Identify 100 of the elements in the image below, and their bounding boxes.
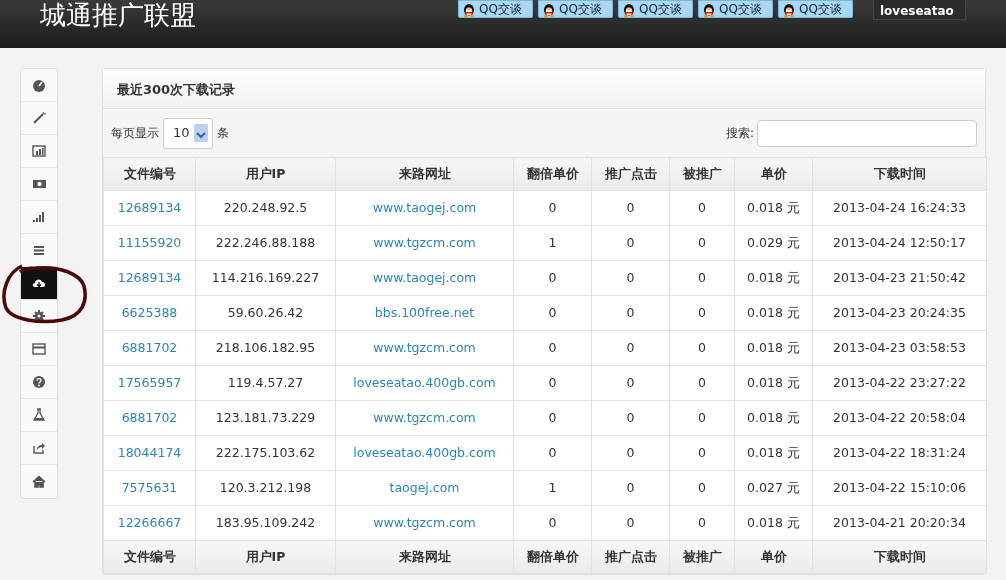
table-cell: 0 xyxy=(591,435,670,471)
qq-chat-button[interactable]: QQ交谈 xyxy=(458,0,533,18)
table-cell: 120.3.212.198 xyxy=(195,470,336,506)
table-cell: 0.018 元 xyxy=(734,505,813,541)
table-cell: 0.018 元 xyxy=(734,295,813,331)
table-cell: 183.95.109.242 xyxy=(195,505,336,541)
table-cell: 2013-04-23 03:58:53 xyxy=(812,330,987,366)
qq-chat-button[interactable]: QQ交谈 xyxy=(698,0,773,18)
gear-icon xyxy=(32,309,46,323)
list-icon xyxy=(32,243,46,257)
search-label: 搜索: xyxy=(725,125,754,142)
table-cell: 59.60.26.42 xyxy=(195,295,336,331)
table-cell: 2013-04-23 21:50:42 xyxy=(812,260,987,296)
table-cell: 0 xyxy=(669,435,735,471)
table-cell: 0 xyxy=(591,470,670,506)
banknote-icon xyxy=(32,177,46,191)
page-size-unit: 条 xyxy=(217,125,229,142)
table-cell: 2013-04-22 15:10:06 xyxy=(812,470,987,506)
table-cell: 0.018 元 xyxy=(734,435,813,471)
page-size-select[interactable]: 10 xyxy=(163,117,213,149)
table-cell: 0 xyxy=(591,330,670,366)
table-cell: 0 xyxy=(591,505,670,541)
table-cell: 2013-04-22 18:31:24 xyxy=(812,435,987,471)
column-header[interactable]: 翻倍单价 xyxy=(513,540,592,574)
table-cell: 0 xyxy=(669,400,735,436)
table-cell: 114.216.169.227 xyxy=(195,260,336,296)
table-cell: 0 xyxy=(669,295,735,331)
table-cell: 0.029 元 xyxy=(734,225,813,261)
table-cell: 2013-04-24 12:50:17 xyxy=(812,225,987,261)
column-header[interactable]: 来路网址 xyxy=(335,540,514,574)
table-cell: 0 xyxy=(591,365,670,401)
table-cell: 1 xyxy=(513,470,592,506)
table-cell: 0 xyxy=(669,225,735,261)
column-header[interactable]: 下载时间 xyxy=(812,157,987,191)
table-cell: 123.181.73.229 xyxy=(195,400,336,436)
table-cell: 2013-04-22 23:27:22 xyxy=(812,365,987,401)
table-cell: 0.018 元 xyxy=(734,260,813,296)
search-field[interactable] xyxy=(757,119,977,147)
help-icon xyxy=(32,375,46,389)
table-cell: 0 xyxy=(513,260,592,296)
column-header[interactable]: 文件编号 xyxy=(103,540,196,574)
credit-card-icon xyxy=(32,342,46,356)
penguin-icon xyxy=(622,1,636,17)
panel-title: 最近300次下载记录 xyxy=(103,69,985,109)
table-cell: 2013-04-21 20:20:34 xyxy=(812,505,987,541)
table-cell: 0 xyxy=(669,260,735,296)
referrer-link[interactable]: taogej.com xyxy=(389,479,460,495)
column-header[interactable]: 被推广 xyxy=(669,540,735,574)
table-cell: 0 xyxy=(513,295,592,331)
column-header[interactable]: 单价 xyxy=(734,157,813,191)
table-cell: 220.248.92.5 xyxy=(195,190,336,226)
column-header[interactable]: 文件编号 xyxy=(103,157,196,191)
column-header[interactable]: 被推广 xyxy=(669,157,735,191)
qq-chat-button[interactable]: QQ交谈 xyxy=(618,0,693,18)
table-cell: 2013-04-22 20:58:04 xyxy=(812,400,987,436)
table-cell: 0 xyxy=(591,295,670,331)
table-cell: 0 xyxy=(591,400,670,436)
column-header[interactable]: 下载时间 xyxy=(812,540,987,574)
table-cell: 0 xyxy=(591,190,670,226)
signal-icon xyxy=(32,210,46,224)
table-cell: 0.018 元 xyxy=(734,330,813,366)
column-header[interactable]: 来路网址 xyxy=(335,157,514,191)
table-cell: 0 xyxy=(513,400,592,436)
column-header[interactable]: 推广点击 xyxy=(591,540,670,574)
column-header[interactable]: 用户IP xyxy=(195,157,336,191)
flask-icon xyxy=(32,408,46,422)
table-cell: 0 xyxy=(669,470,735,506)
table-cell: 119.4.57.27 xyxy=(195,365,336,401)
table-cell: 0 xyxy=(591,260,670,296)
column-header[interactable]: 单价 xyxy=(734,540,813,574)
table-cell: 0 xyxy=(669,505,735,541)
table-cell: 0 xyxy=(591,225,670,261)
column-header[interactable]: 用户IP xyxy=(195,540,336,574)
penguin-icon xyxy=(702,1,716,17)
qq-chat-button[interactable]: QQ交谈 xyxy=(538,0,613,18)
table-cell: 0 xyxy=(513,365,592,401)
table-cell: 0.018 元 xyxy=(734,365,813,401)
table-cell: 0 xyxy=(669,365,735,401)
wand-icon xyxy=(32,111,46,125)
gauge-icon xyxy=(32,78,46,92)
share-icon xyxy=(32,441,46,455)
table-cell: 2013-04-23 20:24:35 xyxy=(812,295,987,331)
table-cell: 0 xyxy=(513,505,592,541)
home-icon xyxy=(32,474,46,489)
penguin-icon xyxy=(782,1,796,17)
qq-chat-button[interactable]: QQ交谈 xyxy=(778,0,853,18)
cloud-download-icon xyxy=(32,276,46,290)
username-field[interactable]: loveseatao xyxy=(873,0,966,20)
page-size-label: 每页显示 xyxy=(111,125,159,142)
table-cell: 1 xyxy=(513,225,592,261)
table-cell: 0 xyxy=(513,190,592,226)
penguin-icon xyxy=(462,1,476,17)
table-cell: 0 xyxy=(513,435,592,471)
table-cell: 2013-04-24 16:24:33 xyxy=(812,190,987,226)
penguin-icon xyxy=(542,1,556,17)
column-header[interactable]: 推广点击 xyxy=(591,157,670,191)
table-cell: 218.106.182.95 xyxy=(195,330,336,366)
table-cell: 0.027 元 xyxy=(734,470,813,506)
column-header[interactable]: 翻倍单价 xyxy=(513,157,592,191)
table-cell: 222.246.88.188 xyxy=(195,225,336,261)
